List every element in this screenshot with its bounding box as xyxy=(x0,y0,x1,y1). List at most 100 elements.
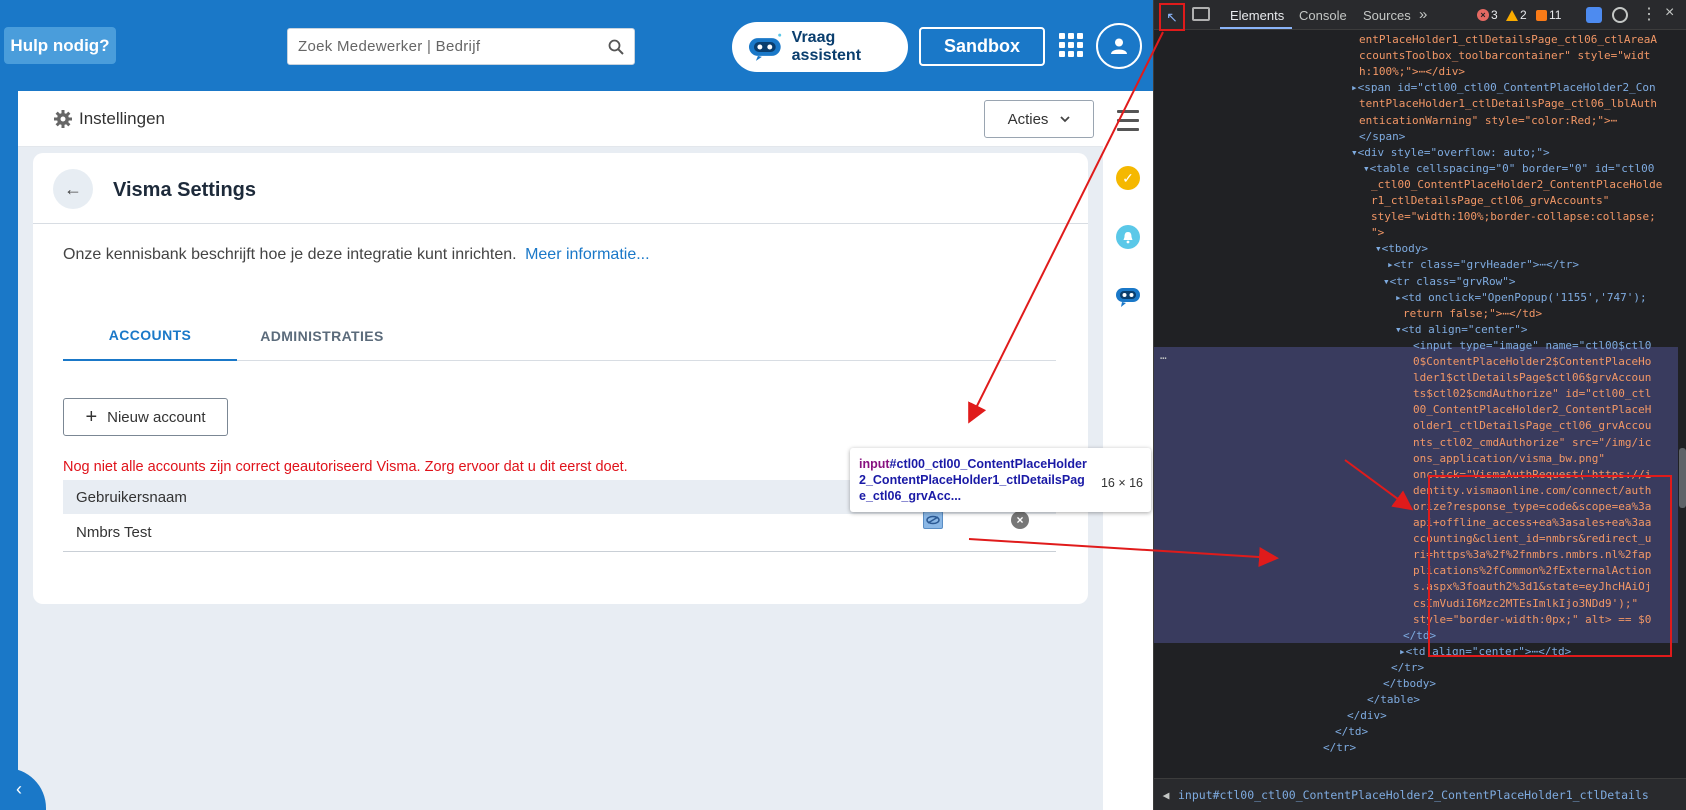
code-line[interactable]: ▾<td align="center"> xyxy=(1395,322,1527,339)
code-line[interactable]: entPlaceHolder1_ctlDetailsPage_ctl06_ctl… xyxy=(1359,32,1657,49)
onclick-highlight-box xyxy=(1428,475,1672,657)
device-toolbar-icon[interactable] xyxy=(1192,7,1210,21)
warning-count[interactable]: 2 xyxy=(1506,8,1527,22)
devtools-toolbar: ↖ Elements Console Sources » × 3 2 11 ⋮ … xyxy=(1154,0,1686,31)
user-avatar[interactable] xyxy=(1096,23,1142,69)
code-line[interactable]: ▾<table cellspacing="0" border="0" id="c… xyxy=(1363,161,1654,178)
search-input[interactable]: Zoek Medewerker | Bedrijf xyxy=(287,28,635,65)
new-account-button[interactable]: + Nieuw account xyxy=(63,398,228,436)
settings-gear-icon[interactable] xyxy=(1612,7,1628,23)
code-line[interactable]: r1_ctlDetailsPage_ctl06_grvAccounts" xyxy=(1371,193,1609,210)
tab-accounts[interactable]: ACCOUNTS xyxy=(63,311,237,361)
actions-label: Acties xyxy=(1007,110,1049,128)
breadcrumb-left-arrow-icon[interactable]: ◀ xyxy=(1154,788,1178,802)
hamburger-menu-icon[interactable] xyxy=(1117,110,1139,137)
ai-assistance-icon[interactable] xyxy=(1586,7,1602,23)
devtools-scrollbar[interactable] xyxy=(1678,30,1686,778)
error-icon: × xyxy=(1477,9,1489,21)
code-line[interactable]: ccountsToolbox_toolbarcontainer" style="… xyxy=(1359,48,1650,65)
warning-count-value: 2 xyxy=(1520,8,1527,22)
code-line[interactable]: </span> xyxy=(1359,129,1405,146)
code-line[interactable]: enticationWarning" style="color:Red;">⋯ xyxy=(1359,113,1617,130)
sandbox-button[interactable]: Sandbox xyxy=(919,27,1045,66)
gear-icon xyxy=(54,110,72,128)
notification-bell-icon[interactable] xyxy=(1116,225,1140,249)
apps-grid-icon[interactable] xyxy=(1059,33,1083,57)
breadcrumb-text[interactable]: input#ctl00_ctl00_ContentPlaceHolder2_Co… xyxy=(1178,788,1648,802)
knowledge-base-text: Onze kennisbank beschrijft hoe je deze i… xyxy=(63,246,650,264)
error-count[interactable]: × 3 xyxy=(1477,8,1498,22)
tab-elements[interactable]: Elements xyxy=(1230,8,1284,23)
divider xyxy=(33,223,1088,224)
code-line[interactable]: "> xyxy=(1371,225,1384,242)
tab-sources[interactable]: Sources xyxy=(1363,8,1411,23)
dom-tree[interactable]: … entPlaceHolder1_ctlDetailsPage_ctl06_c… xyxy=(1154,30,1678,778)
column-username: Gebruikersnaam xyxy=(76,488,187,506)
code-line[interactable]: 00_ContentPlaceHolder2_ContentPlaceH xyxy=(1413,402,1651,419)
issues-count-value: 11 xyxy=(1549,8,1562,22)
code-line[interactable]: style="width:100%;border-collapse:collap… xyxy=(1371,209,1656,226)
code-line[interactable]: ▸<span id="ctl00_ctl00_ContentPlaceHolde… xyxy=(1351,80,1656,97)
code-line[interactable]: ▾<div style="overflow: auto;"> xyxy=(1351,145,1550,162)
assistant-robot-icon[interactable] xyxy=(1114,284,1142,308)
gutter-dots[interactable]: … xyxy=(1160,348,1167,365)
code-line[interactable]: return false;">⋯</td> xyxy=(1403,306,1542,323)
code-line[interactable]: </tbody> xyxy=(1383,676,1436,693)
code-line[interactable]: older1_ctlDetailsPage_ctl06_grvAccou xyxy=(1413,418,1651,435)
page-title-text: Instellingen xyxy=(79,109,166,128)
code-line[interactable]: tentPlaceHolder1_ctlDetailsPage_ctl06_lb… xyxy=(1359,96,1657,113)
search-icon[interactable] xyxy=(598,29,634,65)
tooltip-selector: input#ctl00_ctl00_ContentPlaceHolder2_Co… xyxy=(859,456,1091,504)
tooltip-size: 16 × 16 xyxy=(1100,476,1143,490)
more-tabs-icon[interactable]: » xyxy=(1419,6,1427,23)
tab-administraties[interactable]: ADMINISTRATIES xyxy=(237,311,407,361)
left-sidebar xyxy=(0,91,18,810)
code-line[interactable]: </td> xyxy=(1335,724,1368,741)
assistant-button[interactable]: Vraag assistent xyxy=(732,22,908,72)
table-row[interactable]: Nmbrs Test xyxy=(63,514,1056,552)
code-line[interactable]: nts_ctl02_cmdAuthorize" src="/img/ic xyxy=(1413,435,1651,452)
delete-icon[interactable]: × xyxy=(1011,511,1029,529)
issues-count[interactable]: 11 xyxy=(1536,8,1561,22)
tab-bar: ACCOUNTS ADMINISTRATIES xyxy=(63,311,1056,361)
code-line[interactable]: </div> xyxy=(1347,708,1387,725)
back-button[interactable]: ← xyxy=(53,169,93,209)
robot-icon xyxy=(748,33,782,61)
code-line[interactable]: ▸<td onclick="OpenPopup('1155','747'); xyxy=(1395,290,1647,307)
tooltip-tag: input xyxy=(859,457,890,471)
help-button[interactable]: Hulp nodig? xyxy=(4,27,116,64)
user-icon xyxy=(1111,38,1127,54)
code-line[interactable]: ▾<tr class="grvRow"> xyxy=(1383,274,1515,291)
code-line[interactable]: lder1$ctlDetailsPage$ctl06$grvAccoun xyxy=(1413,370,1651,387)
inspect-element-icon[interactable]: ↖ xyxy=(1159,3,1185,31)
code-line[interactable]: ▸<tr class="grvHeader">⋯</tr> xyxy=(1387,257,1579,274)
code-line[interactable]: </tr> xyxy=(1391,660,1424,677)
tab-console[interactable]: Console xyxy=(1299,8,1347,23)
arrow-left-icon: ← xyxy=(64,178,82,199)
warning-icon xyxy=(1506,9,1518,21)
assistant-label: Vraag assistent xyxy=(791,29,862,64)
card-title: Visma Settings xyxy=(113,179,257,201)
code-line[interactable]: ons_application/visma_bw.png" xyxy=(1413,451,1605,468)
devtools-breadcrumb: ◀ input#ctl00_ctl00_ContentPlaceHolder2_… xyxy=(1154,778,1686,810)
code-line[interactable]: ts$ctl02$cmdAuthorize" id="ctl00_ctl xyxy=(1413,386,1651,403)
error-count-value: 3 xyxy=(1491,8,1498,22)
collapse-sidebar-button[interactable]: ‹ xyxy=(0,768,46,810)
code-line[interactable]: <input type="image" name="ctl00$ctl0 xyxy=(1413,338,1651,355)
code-line[interactable]: </tr> xyxy=(1323,740,1356,757)
code-line[interactable]: 0$ContentPlaceHolder2$ContentPlaceHo xyxy=(1413,354,1651,371)
kebab-menu-icon[interactable]: ⋮ xyxy=(1641,4,1657,24)
tasks-check-icon[interactable]: ✓ xyxy=(1116,166,1140,190)
tooltip-selector-text: #ctl00_ctl00_ContentPlaceHolder2_Content… xyxy=(859,457,1087,503)
code-line[interactable]: ▾<tbody> xyxy=(1375,241,1428,258)
visma-authorize-icon[interactable] xyxy=(923,511,943,529)
close-icon[interactable]: × xyxy=(1665,4,1674,22)
code-line[interactable]: _ctl00_ContentPlaceHolder2_ContentPlaceH… xyxy=(1371,177,1662,194)
more-info-link[interactable]: Meer informatie... xyxy=(525,246,649,263)
scrollbar-thumb[interactable] xyxy=(1679,448,1686,508)
knowledge-base-description: Onze kennisbank beschrijft hoe je deze i… xyxy=(63,246,517,263)
top-bar: Hulp nodig? Zoek Medewerker | Bedrijf Vr… xyxy=(0,0,1153,91)
code-line[interactable]: h:100%;">⋯</div> xyxy=(1359,64,1465,81)
code-line[interactable]: </table> xyxy=(1367,692,1420,709)
actions-dropdown[interactable]: Acties xyxy=(984,100,1094,138)
